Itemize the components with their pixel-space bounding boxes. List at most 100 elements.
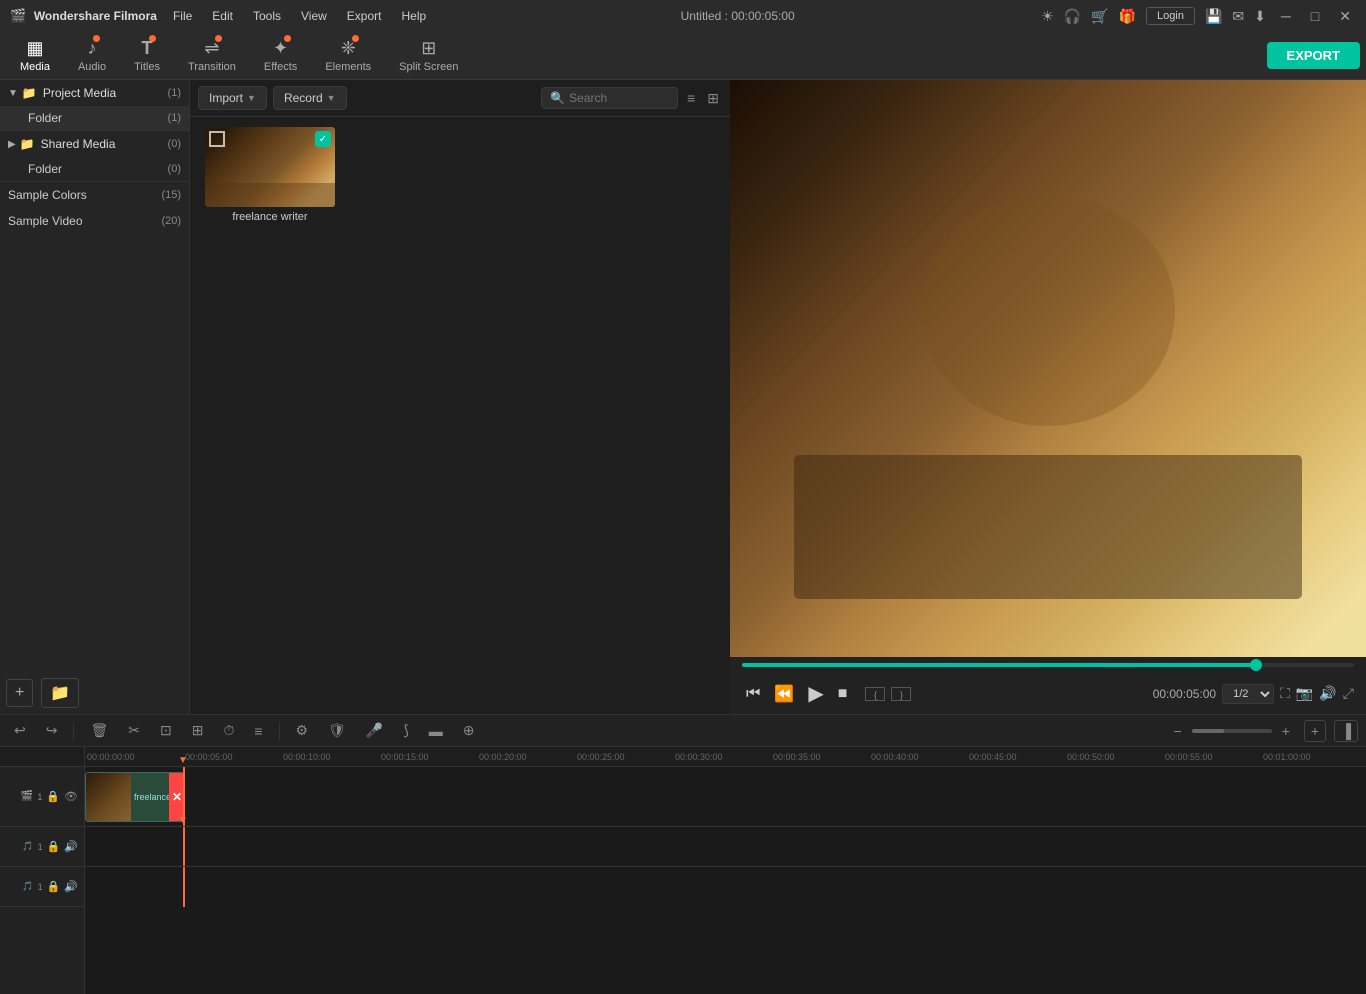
save-icon[interactable]: 💾 (1205, 8, 1222, 25)
sidebar-item-sample-colors[interactable]: Sample Colors (15) (0, 182, 189, 208)
redo-button[interactable]: ↪ (40, 719, 64, 742)
toolbar-titles[interactable]: T Titles (120, 34, 174, 77)
slow-back-button[interactable]: ⏪ (770, 680, 798, 708)
progress-track[interactable] (742, 663, 1354, 667)
sidebar-item-folder[interactable]: Folder (1) (0, 106, 189, 130)
sample-colors-count: (15) (161, 189, 181, 201)
shared-media-header[interactable]: ▶ 📁 Shared Media (0) (0, 131, 189, 157)
crop-button[interactable]: ⊡ (154, 719, 178, 742)
filter-button[interactable]: ≡ (684, 87, 698, 109)
audio-label: Audio (78, 61, 106, 73)
elements-icon: ❈ (341, 38, 356, 59)
view-toggle-button[interactable]: ⊞ (704, 87, 722, 110)
preview-video (730, 80, 1366, 657)
sidebar-item-shared-folder[interactable]: Folder (0) (0, 157, 189, 181)
menu-export[interactable]: Export (339, 7, 390, 25)
playback-progress-bar[interactable] (730, 657, 1366, 673)
toolbar-elements[interactable]: ❈ Elements (311, 34, 385, 77)
fullscreen-icon[interactable]: ⛶ (1280, 685, 1290, 702)
sidebar-item-sample-video[interactable]: Sample Video (20) (0, 208, 189, 234)
video-visible-icon[interactable]: 👁 (64, 790, 78, 803)
video-track-header: 🎬 1 🔒 👁 (0, 767, 84, 827)
separator-1 (73, 722, 74, 740)
import-button[interactable]: Import ▼ (198, 86, 267, 110)
menu-file[interactable]: File (165, 7, 200, 25)
add-track-button[interactable]: + (1304, 720, 1326, 742)
sample-video-count: (20) (161, 215, 181, 227)
media-thumbnail: ✓ (205, 127, 335, 207)
headphone-icon[interactable]: 🎧 (1064, 8, 1081, 25)
quality-select[interactable]: 1/2 Full 1/4 (1222, 684, 1274, 704)
zoom-in-button[interactable]: ⊕ (457, 719, 481, 742)
video-lock-icon[interactable]: 🔒 (46, 790, 60, 803)
splitscreen-label: Split Screen (399, 61, 458, 73)
toolbar-splitscreen[interactable]: ⊞ Split Screen (385, 34, 472, 77)
download-icon[interactable]: ⬇ (1254, 8, 1266, 25)
minimize-button[interactable]: ─ (1276, 8, 1296, 24)
cut-button[interactable]: ✂ (122, 719, 146, 742)
splitscreen-icon: ⊞ (421, 38, 436, 59)
play-button[interactable]: ▶ (804, 677, 827, 710)
split-button[interactable]: ⊞ (186, 719, 210, 742)
progress-fill (742, 663, 1262, 667)
delete-button[interactable]: 🗑 (84, 719, 114, 742)
effects-icon: ✦ (273, 38, 288, 59)
stop-button[interactable]: ■ (834, 681, 852, 707)
vertical-scroll-button[interactable]: ▐ (1334, 720, 1358, 742)
close-button[interactable]: ✕ (1334, 8, 1356, 25)
audio1-lock-icon[interactable]: 🔒 (47, 840, 61, 853)
step-back-button[interactable]: ⏮ (742, 681, 764, 707)
add-folder-button[interactable]: + (6, 679, 33, 707)
caption-button[interactable]: ▬ (423, 720, 449, 742)
undo-button[interactable]: ↩ (8, 719, 32, 742)
detach-audio-button[interactable]: ⟆ (397, 719, 414, 742)
transition-label: Transition (188, 61, 236, 73)
zoom-plus-button[interactable]: + (1276, 720, 1296, 742)
stabilize-button[interactable]: ⚙ (290, 719, 315, 742)
project-media-header[interactable]: ▼ 📁 Project Media (1) (0, 80, 189, 106)
menu-help[interactable]: Help (393, 7, 434, 25)
audio1-volume-icon[interactable]: 🔊 (64, 840, 78, 853)
expand-icon[interactable]: ⤢ (1343, 685, 1354, 702)
menu-tools[interactable]: Tools (245, 7, 289, 25)
toolbar-audio[interactable]: ♪ Audio (64, 34, 120, 77)
export-button[interactable]: EXPORT (1267, 42, 1360, 69)
voiceover-button[interactable]: 🎤 (360, 719, 389, 742)
ruler-mark-0: 00:00:00:00 (85, 747, 135, 766)
adjust-button[interactable]: ≡ (248, 720, 268, 742)
shared-media-folder-icon: 📁 (20, 137, 35, 151)
video-clip[interactable]: freelance write... ✕ (85, 772, 185, 822)
media-item-freelance-writer[interactable]: ✓ freelance writer (200, 127, 340, 223)
mail-icon[interactable]: ✉ (1232, 8, 1244, 25)
media-panel: Import ▼ Record ▼ 🔍 ≡ ⊞ (190, 80, 730, 714)
audio2-volume-icon[interactable]: 🔊 (64, 880, 78, 893)
progress-thumb (1250, 659, 1262, 671)
toolbar-media[interactable]: ▦ Media (6, 34, 64, 77)
menu-edit[interactable]: Edit (204, 7, 241, 25)
toolbar-transition[interactable]: ⇌ Transition (174, 34, 250, 77)
brightness-icon[interactable]: ☀ (1041, 8, 1054, 25)
audio-duck-button[interactable]: 🛡 (322, 719, 352, 742)
search-box[interactable]: 🔍 (541, 87, 678, 109)
zoom-out-button[interactable]: − (1168, 720, 1188, 742)
screenshot-icon[interactable]: 📷 (1296, 685, 1313, 702)
new-folder-button[interactable]: 📁 (41, 678, 79, 708)
preview-image (730, 80, 1366, 657)
gift-icon[interactable]: 🎁 (1119, 8, 1136, 25)
login-button[interactable]: Login (1146, 7, 1195, 25)
shared-media-arrow: ▶ (8, 139, 16, 150)
audio-playhead-2 (183, 867, 185, 907)
search-input[interactable] (569, 91, 669, 105)
audio-track2-header: 🎵 1 🔒 🔊 (0, 867, 84, 907)
speed-button[interactable]: ⏱ (217, 719, 240, 742)
cart-icon[interactable]: 🛒 (1091, 8, 1108, 25)
toolbar-effects[interactable]: ✦ Effects (250, 34, 311, 77)
shared-folder-count: (0) (168, 163, 181, 175)
record-button[interactable]: Record ▼ (273, 86, 347, 110)
zoom-slider[interactable] (1192, 729, 1272, 733)
volume-icon[interactable]: 🔊 (1319, 685, 1336, 702)
media-content: ✓ freelance writer (190, 117, 730, 714)
maximize-button[interactable]: □ (1306, 8, 1324, 24)
audio2-lock-icon[interactable]: 🔒 (47, 880, 61, 893)
menu-view[interactable]: View (293, 7, 335, 25)
